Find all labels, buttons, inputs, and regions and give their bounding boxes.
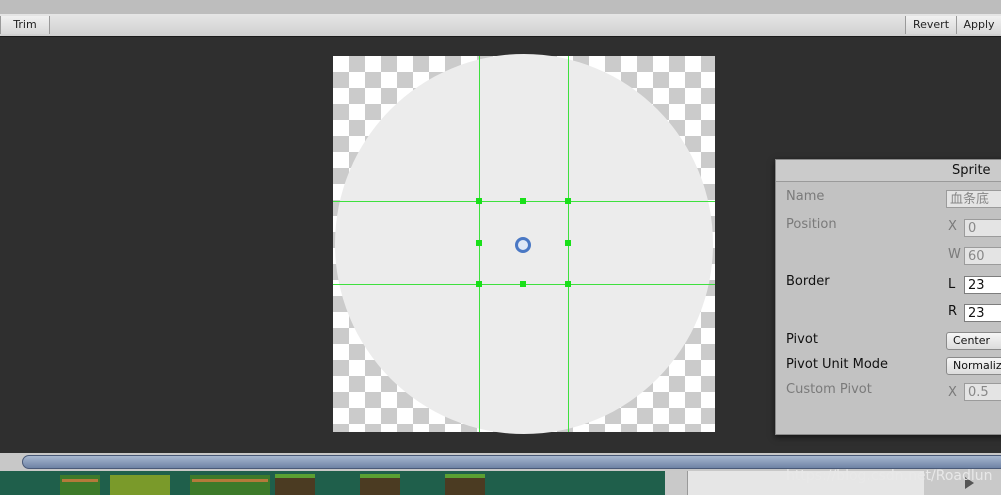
slice-handle-top-right[interactable] xyxy=(565,198,571,204)
pivot-label: Pivot xyxy=(786,332,818,347)
border-r-field[interactable]: 23 xyxy=(964,304,1001,322)
custom-pivot-x-field[interactable]: 0.5 xyxy=(964,383,1001,401)
custom-pivot-label: Custom Pivot xyxy=(786,382,872,397)
pivot-dropdown[interactable]: Center xyxy=(946,332,1001,350)
slice-handle-bottom-right[interactable] xyxy=(565,281,571,287)
apply-button[interactable]: Apply xyxy=(956,16,1001,34)
panel-header: Sprite xyxy=(776,160,1001,182)
position-w-field[interactable]: 60 xyxy=(964,247,1001,265)
border-label: Border xyxy=(786,274,830,289)
slice-handle-bottom-left[interactable] xyxy=(476,281,482,287)
name-field[interactable]: 血条底 xyxy=(946,190,1001,208)
slice-handle-left[interactable] xyxy=(476,240,482,246)
window-top-strip xyxy=(0,0,1001,14)
name-label: Name xyxy=(786,189,825,204)
border-l-field[interactable]: 23 xyxy=(964,276,1001,294)
border-l-axis-label: L xyxy=(948,277,956,292)
pivot-unit-mode-label: Pivot Unit Mode xyxy=(786,357,889,372)
sprite-inspector-panel: Sprite Name 血条底 Position X 0 W 60 Border… xyxy=(775,159,1001,435)
sprite-preview[interactable] xyxy=(333,54,715,434)
border-r-axis-label: R xyxy=(948,304,958,319)
position-label: Position xyxy=(786,217,837,232)
level-tiles-preview xyxy=(0,471,665,495)
panel-title: Sprite xyxy=(952,163,991,178)
slice-handle-top[interactable] xyxy=(520,198,526,204)
sprite-editor-toolbar: Trim Revert Apply xyxy=(0,14,1001,37)
trim-button[interactable]: Trim xyxy=(0,16,50,34)
slice-handle-top-left[interactable] xyxy=(476,198,482,204)
scrollbar-thumb[interactable] xyxy=(22,455,1001,469)
position-x-axis-label: X xyxy=(948,219,957,234)
custom-pivot-x-axis-label: X xyxy=(948,385,957,400)
slice-handle-bottom[interactable] xyxy=(520,281,526,287)
pivot-handle-icon[interactable] xyxy=(515,237,531,253)
revert-button[interactable]: Revert xyxy=(905,16,957,34)
position-x-field[interactable]: 0 xyxy=(964,219,1001,237)
pivot-unit-mode-dropdown[interactable]: Normalized xyxy=(946,357,1001,375)
slice-handle-right[interactable] xyxy=(565,240,571,246)
position-w-axis-label: W xyxy=(948,247,961,262)
watermark-text: https://blog.csdn.net/Roadlun xyxy=(786,468,993,484)
